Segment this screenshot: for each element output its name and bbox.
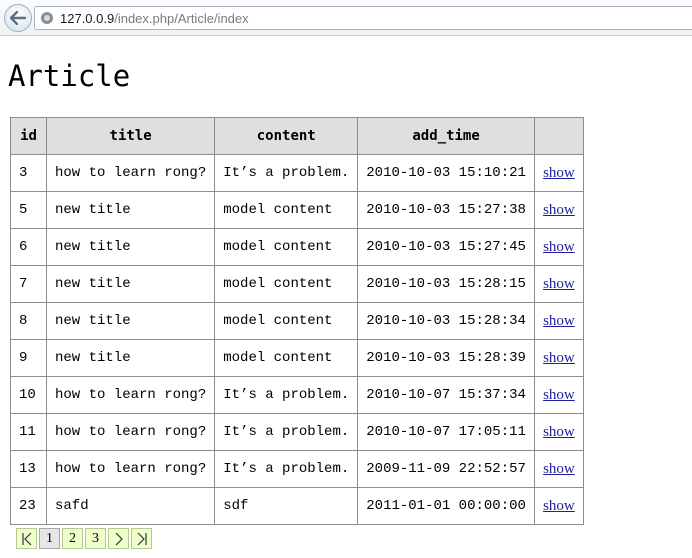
table-row: 10 how to learn rong? It’s a problem. 20… (10, 376, 584, 414)
url-path: /index.php/Article/index (114, 10, 249, 26)
header-title: title (45, 117, 216, 155)
cell-add-time: 2010-10-03 15:27:38 (357, 191, 535, 229)
cell-action: show (533, 487, 584, 525)
pagination: 1 2 3 (16, 528, 152, 549)
table-row: 7 new title model content 2010-10-03 15:… (10, 265, 584, 303)
cell-content: model content (214, 191, 359, 229)
cell-content: It’s a problem. (214, 413, 359, 451)
cell-title: new title (45, 339, 216, 377)
table-row: 9 new title model content 2010-10-03 15:… (10, 339, 584, 377)
cell-title: safd (45, 487, 216, 525)
cell-add-time: 2010-10-03 15:27:45 (357, 228, 535, 266)
globe-icon (41, 12, 53, 24)
page-title: Article (8, 59, 131, 93)
cell-title: how to learn rong? (45, 376, 216, 414)
header-content: content (214, 117, 359, 155)
url-text: 127.0.0.9/index.php/Article/index (60, 11, 249, 26)
show-link[interactable]: show (543, 239, 575, 255)
show-link[interactable]: show (543, 424, 575, 440)
article-table: id title content add_time 3 how to learn… (10, 117, 584, 525)
header-add-time: add_time (357, 117, 535, 155)
cell-id: 3 (10, 154, 47, 192)
cell-action: show (533, 450, 584, 488)
table-row: 11 how to learn rong? It’s a problem. 20… (10, 413, 584, 451)
cell-title: new title (45, 265, 216, 303)
cell-action: show (533, 339, 584, 377)
table-row: 5 new title model content 2010-10-03 15:… (10, 191, 584, 229)
cell-content: It’s a problem. (214, 376, 359, 414)
url-field[interactable]: 127.0.0.9/index.php/Article/index (34, 6, 692, 30)
cell-add-time: 2011-01-01 00:00:00 (357, 487, 535, 525)
cell-add-time: 2010-10-03 15:28:15 (357, 265, 535, 303)
cell-action: show (533, 228, 584, 266)
cell-action: show (533, 154, 584, 192)
browser-address-bar: 127.0.0.9/index.php/Article/index (0, 0, 692, 36)
cell-content: It’s a problem. (214, 450, 359, 488)
back-arrow-icon (10, 11, 26, 25)
page-2-button[interactable]: 2 (62, 528, 83, 549)
cell-title: new title (45, 191, 216, 229)
cell-title: how to learn rong? (45, 154, 216, 192)
cell-action: show (533, 376, 584, 414)
header-action (533, 117, 584, 155)
cell-content: It’s a problem. (214, 154, 359, 192)
cell-id: 13 (10, 450, 47, 488)
cell-action: show (533, 265, 584, 303)
cell-content: model content (214, 302, 359, 340)
cell-id: 5 (10, 191, 47, 229)
cell-title: new title (45, 302, 216, 340)
cell-action: show (533, 302, 584, 340)
cell-add-time: 2009-11-09 22:52:57 (357, 450, 535, 488)
table-row: 23 safd sdf 2011-01-01 00:00:00 show (10, 487, 584, 525)
cell-content: model content (214, 265, 359, 303)
show-link[interactable]: show (543, 350, 575, 366)
cell-id: 8 (10, 302, 47, 340)
cell-content: model content (214, 339, 359, 377)
cell-add-time: 2010-10-03 15:28:34 (357, 302, 535, 340)
last-page-icon (137, 532, 147, 545)
cell-id: 7 (10, 265, 47, 303)
cell-add-time: 2010-10-03 15:28:39 (357, 339, 535, 377)
next-page-button[interactable] (108, 528, 129, 549)
cell-add-time: 2010-10-03 15:10:21 (357, 154, 535, 192)
show-link[interactable]: show (543, 498, 575, 514)
show-link[interactable]: show (543, 276, 575, 292)
cell-id: 23 (10, 487, 47, 525)
first-page-button[interactable] (16, 528, 37, 549)
back-button[interactable] (4, 4, 32, 32)
cell-id: 6 (10, 228, 47, 266)
page-1-button[interactable]: 1 (39, 528, 60, 549)
next-page-icon (115, 532, 123, 545)
cell-id: 10 (10, 376, 47, 414)
cell-add-time: 2010-10-07 15:37:34 (357, 376, 535, 414)
show-link[interactable]: show (543, 202, 575, 218)
cell-content: model content (214, 228, 359, 266)
table-row: 8 new title model content 2010-10-03 15:… (10, 302, 584, 340)
cell-id: 9 (10, 339, 47, 377)
cell-id: 11 (10, 413, 47, 451)
show-link[interactable]: show (543, 165, 575, 181)
header-id: id (10, 117, 47, 155)
cell-action: show (533, 413, 584, 451)
cell-title: how to learn rong? (45, 413, 216, 451)
cell-title: new title (45, 228, 216, 266)
table-row: 13 how to learn rong? It’s a problem. 20… (10, 450, 584, 488)
table-row: 3 how to learn rong? It’s a problem. 201… (10, 154, 584, 192)
cell-content: sdf (214, 487, 359, 525)
table-header-row: id title content add_time (10, 117, 584, 155)
first-page-icon (21, 532, 31, 545)
cell-action: show (533, 191, 584, 229)
show-link[interactable]: show (543, 461, 575, 477)
table-row: 6 new title model content 2010-10-03 15:… (10, 228, 584, 266)
cell-title: how to learn rong? (45, 450, 216, 488)
url-host: 127.0.0.9 (60, 10, 115, 26)
show-link[interactable]: show (543, 387, 575, 403)
cell-add-time: 2010-10-07 17:05:11 (357, 413, 535, 451)
show-link[interactable]: show (543, 313, 575, 329)
last-page-button[interactable] (131, 528, 152, 549)
page-3-button[interactable]: 3 (85, 528, 106, 549)
